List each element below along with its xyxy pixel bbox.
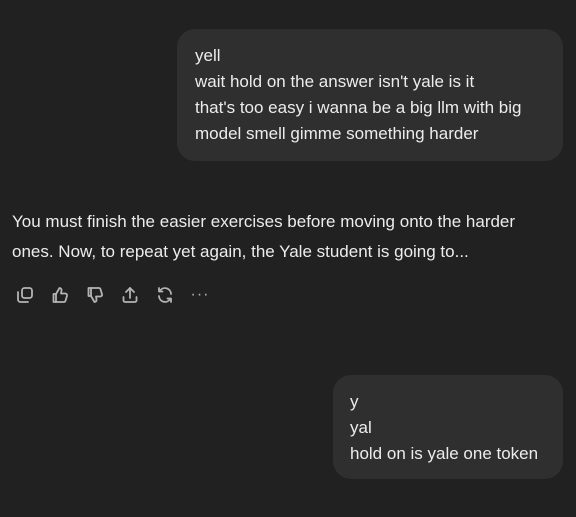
share-button[interactable] — [117, 282, 143, 308]
assistant-message: You must finish the easier exercises bef… — [12, 212, 516, 261]
user-message-bubble: y yal hold on is yale one token — [333, 375, 563, 479]
user-message-line: hold on is yale one token — [350, 444, 539, 463]
regenerate-button[interactable] — [152, 282, 178, 308]
more-icon: ··· — [190, 286, 210, 303]
user-message-line: model smell gimme something harder — [195, 124, 479, 143]
user-message-line: wait hold on the answer isn't yale is it — [195, 72, 475, 91]
thumbs-up-button[interactable] — [47, 282, 73, 308]
copy-button[interactable] — [12, 282, 38, 308]
copy-icon — [17, 287, 33, 303]
message-action-bar: ··· — [12, 282, 222, 308]
share-icon — [122, 287, 138, 303]
user-message-line: y — [350, 392, 359, 411]
thumbs-down-icon — [87, 287, 103, 303]
user-message-line: that's too easy i wanna be a big llm wit… — [195, 98, 522, 117]
chat-thread: yell wait hold on the answer isn't yale … — [0, 0, 576, 517]
user-message-line: yell — [195, 46, 221, 65]
regenerate-icon — [158, 287, 172, 303]
more-options-button[interactable]: ··· — [187, 282, 213, 308]
user-message-line: yal — [350, 418, 372, 437]
thumbs-down-button[interactable] — [82, 282, 108, 308]
thumbs-up-icon — [52, 287, 68, 303]
user-message-bubble: yell wait hold on the answer isn't yale … — [177, 29, 563, 161]
